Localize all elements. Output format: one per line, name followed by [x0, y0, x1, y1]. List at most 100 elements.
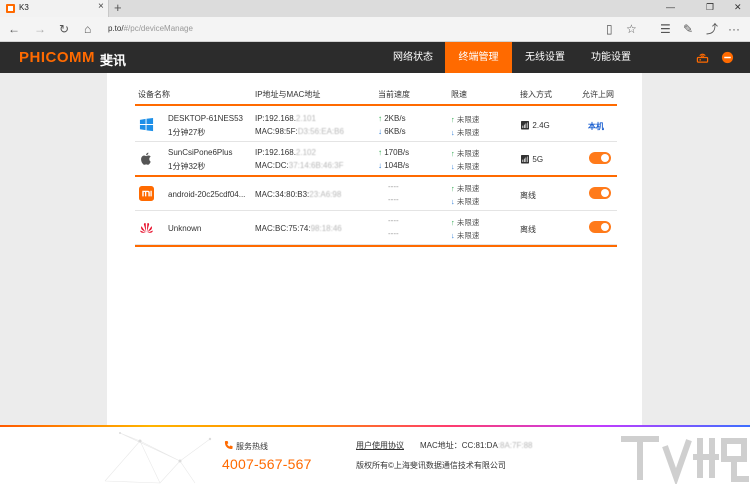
arrow-down-icon: ↓ [451, 197, 455, 206]
minimize-icon[interactable]: — [666, 2, 675, 12]
browser-tab[interactable]: K3 × [0, 0, 109, 17]
more-icon[interactable]: ··· [728, 22, 740, 36]
header-limit: 限速 [451, 90, 467, 99]
download-limit[interactable]: ↓ 未限速 [451, 161, 479, 172]
arrow-down-icon: ↓ [378, 161, 382, 170]
device-ip: IP:192.168.2.101 [255, 114, 316, 123]
upload-speed: ---- [388, 182, 399, 191]
tab-title: K3 [19, 3, 29, 12]
allow-internet-toggle[interactable] [589, 221, 611, 233]
notes-icon[interactable]: ✎ [683, 22, 693, 36]
upload-speed: ---- [388, 216, 399, 225]
nav-device-manage[interactable]: 终端管理 [445, 42, 512, 73]
connection-type: 离线 [520, 225, 536, 234]
arrow-down-icon: ↓ [378, 127, 382, 136]
xiaomi-icon [139, 186, 154, 201]
home-button[interactable]: ⌂ [84, 22, 91, 36]
upload-limit[interactable]: ↑ 未限速 [451, 183, 479, 194]
download-limit[interactable]: ↓ 未限速 [451, 230, 479, 241]
device-name: android-20c25cdf04... [168, 190, 246, 199]
download-speed: ---- [388, 229, 399, 238]
huawei-icon [140, 222, 153, 233]
phicomm-logo-cn: 斐讯 [100, 53, 127, 68]
table-bottom-border [135, 245, 617, 247]
close-window-icon[interactable]: ✕ [734, 2, 742, 13]
maximize-icon[interactable]: ❐ [706, 2, 714, 13]
download-speed: ↓ 6KB/s [378, 127, 406, 136]
favorite-star-icon[interactable]: ☆ [626, 22, 637, 36]
arrow-up-icon: ↑ [451, 149, 455, 158]
router-mac: MAC地址：CC:81:DA:8A:7F:88 [420, 441, 533, 450]
forward-button[interactable]: → [34, 22, 46, 36]
upload-speed: ↑ 2KB/s [378, 114, 406, 123]
url-field[interactable]: p.to/#/pc/deviceManage [108, 24, 193, 33]
apple-icon [141, 152, 151, 165]
wifi-icon: 📶︎ [520, 121, 531, 130]
nav-network-status[interactable]: 网络状态 [381, 42, 445, 73]
wifi-icon: 📶︎ [520, 155, 531, 164]
table-header: 设备名称 IP地址与MAC地址 当前速度 限速 接入方式 允许上网 [135, 88, 617, 106]
router-icon[interactable] [696, 51, 709, 64]
router-header: PHICOMM 斐讯 网络状态 终端管理 无线设置 功能设置 [0, 42, 750, 73]
new-tab-button[interactable]: + [114, 0, 122, 15]
phone-icon [224, 440, 233, 450]
decorative-network-graphic [104, 432, 212, 484]
tab-close-icon[interactable]: × [98, 1, 104, 12]
hotline-number: 4007-567-567 [222, 456, 312, 472]
allow-internet-toggle[interactable] [589, 187, 611, 199]
device-online-time: 1分钟27秒 [168, 128, 206, 137]
phicomm-logo: PHICOMM [19, 49, 95, 66]
upload-limit[interactable]: ↑ 未限速 [451, 148, 479, 159]
url-path: #/pc/deviceManage [123, 24, 193, 33]
device-mac: MAC:BC:75:74:98:18:46 [255, 224, 342, 233]
arrow-up-icon: ↑ [378, 114, 382, 123]
device-name: Unknown [168, 224, 202, 233]
header-device-name: 设备名称 [138, 90, 170, 99]
allow-internet-toggle[interactable] [589, 152, 611, 164]
nav-wireless-settings[interactable]: 无线设置 [512, 42, 578, 73]
rainbow-divider [0, 425, 750, 427]
back-button[interactable]: ← [8, 22, 20, 36]
table-row: android-20c25cdf04... MAC:34:80:B3:23:A6… [135, 177, 617, 211]
table-row: DESKTOP-61NES53 1分钟27秒 IP:192.168.2.101 … [135, 108, 617, 142]
favicon-icon [6, 4, 15, 13]
download-limit[interactable]: ↓ 未限速 [451, 127, 479, 138]
arrow-up-icon: ↑ [451, 115, 455, 124]
upload-limit[interactable]: ↑ 未限速 [451, 114, 479, 125]
arrow-up-icon: ↑ [451, 218, 455, 227]
address-bar: ← → ↻ ⌂ p.to/#/pc/deviceManage ▯ ☆ ☰ ✎ ⤴… [0, 17, 750, 42]
device-manage-panel: 设备名称 IP地址与MAC地址 当前速度 限速 接入方式 允许上网 DESKTO… [107, 73, 642, 425]
share-icon[interactable]: ⤴ [706, 22, 718, 36]
reading-view-icon[interactable]: ▯ [606, 22, 613, 36]
arrow-down-icon: ↓ [451, 162, 455, 171]
header-allow: 允许上网 [582, 90, 614, 99]
download-speed: ---- [388, 195, 399, 204]
refresh-button[interactable]: ↻ [59, 22, 69, 36]
copyright: 版权所有©上海斐讯数据通信技术有限公司 [356, 461, 506, 470]
user-agreement-link[interactable]: 用户使用协议 [356, 440, 404, 451]
connection-type: 📶︎ 5G [520, 155, 544, 164]
device-ip: IP:192.168.2.102 [255, 148, 316, 157]
nav-function-settings[interactable]: 功能设置 [578, 42, 644, 73]
device-name: SunCsiPone6Plus [168, 148, 233, 157]
connection-type: 📶︎ 2.4G [520, 121, 550, 130]
device-mac: MAC:34:80:B3:23:A6:98 [255, 190, 342, 199]
url-host: p.to/ [108, 24, 124, 33]
device-name: DESKTOP-61NES53 [168, 114, 243, 123]
connection-type: 离线 [520, 191, 536, 200]
header-ip-mac: IP地址与MAC地址 [255, 90, 321, 99]
windows-icon [139, 117, 154, 132]
header-speed: 当前速度 [378, 90, 410, 99]
download-limit[interactable]: ↓ 未限速 [451, 196, 479, 207]
logout-icon[interactable] [721, 51, 734, 64]
hotline-label: 服务热线 [236, 442, 268, 451]
hub-icon[interactable]: ☰ [660, 22, 671, 36]
download-speed: ↓ 104B/s [378, 161, 410, 170]
upload-speed: ↑ 170B/s [378, 148, 410, 157]
upload-limit[interactable]: ↑ 未限速 [451, 217, 479, 228]
watermark-logo [621, 436, 749, 484]
device-mac: MAC:98:5F:D3:56:EA:B6 [255, 127, 344, 136]
arrow-down-icon: ↓ [451, 128, 455, 137]
table-row: Unknown MAC:BC:75:74:98:18:46 ---- ---- … [135, 211, 617, 245]
arrow-up-icon: ↑ [378, 148, 382, 157]
